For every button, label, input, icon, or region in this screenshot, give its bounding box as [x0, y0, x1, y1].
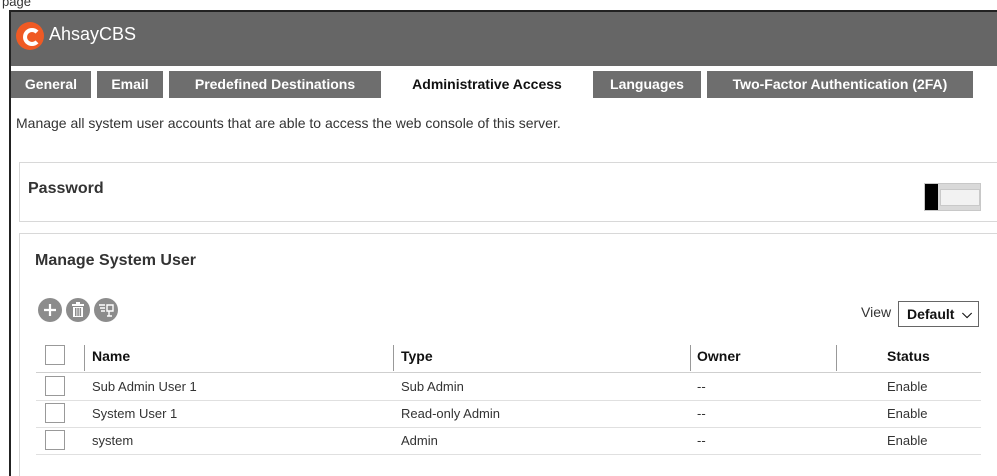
- view-select[interactable]: Default ⌵: [898, 301, 979, 327]
- tab-predefined-destinations[interactable]: Predefined Destinations: [169, 71, 381, 98]
- row-checkbox[interactable]: [45, 403, 65, 423]
- user-status: Enable: [887, 406, 928, 421]
- tab-general[interactable]: General: [11, 71, 91, 98]
- settings-tabs: General Email Predefined Destinations Ad…: [11, 71, 997, 98]
- user-type: Read-only Admin: [401, 406, 500, 421]
- user-name: System User 1: [92, 406, 178, 421]
- column-header-name[interactable]: Name: [92, 342, 130, 372]
- user-owner: --: [697, 433, 706, 448]
- column-header-type[interactable]: Type: [401, 342, 433, 372]
- toggle-track: [940, 189, 980, 206]
- top-caption: page: [2, 0, 31, 9]
- column-separator: [84, 345, 85, 371]
- select-all-checkbox[interactable]: [45, 345, 65, 365]
- user-type: Sub Admin: [401, 379, 464, 394]
- delete-icon[interactable]: [66, 298, 90, 322]
- row-checkbox[interactable]: [45, 376, 65, 396]
- add-icon[interactable]: [38, 298, 62, 322]
- ahsay-logo-icon: [16, 22, 44, 50]
- tab-administrative-access[interactable]: Administrative Access: [387, 71, 587, 98]
- password-toggle[interactable]: [924, 183, 981, 211]
- password-panel: Password: [19, 162, 997, 222]
- app-title: AhsayCBS: [49, 24, 137, 44]
- user-type: Admin: [401, 433, 438, 448]
- user-owner: --: [697, 379, 706, 394]
- password-title: Password: [28, 180, 104, 197]
- row-checkbox[interactable]: [45, 430, 65, 450]
- assign-icon[interactable]: [94, 298, 118, 322]
- user-name: system: [92, 433, 134, 448]
- top-strip: page: [0, 0, 997, 10]
- view-select-value: Default: [907, 306, 955, 322]
- column-header-status[interactable]: Status: [887, 342, 930, 372]
- intro-text: Manage all system user accounts that are…: [16, 115, 561, 131]
- app-window: AhsayCBS General Email Predefined Destin…: [9, 10, 997, 476]
- table-row[interactable]: System User 1 Read-only Admin -- Enable: [36, 400, 981, 428]
- manage-system-user-title: Manage System User: [35, 252, 196, 269]
- tab-email[interactable]: Email: [97, 71, 163, 98]
- chevron-down-icon: ⌵: [962, 306, 972, 321]
- app-header: AhsayCBS: [11, 12, 997, 66]
- column-header-owner[interactable]: Owner: [697, 342, 741, 372]
- view-label: View: [861, 304, 892, 320]
- column-separator: [836, 345, 837, 371]
- table-row[interactable]: Sub Admin User 1 Sub Admin -- Enable: [36, 373, 981, 401]
- tab-two-factor-authentication[interactable]: Two-Factor Authentication (2FA): [707, 71, 973, 98]
- toggle-knob: [925, 184, 938, 210]
- column-separator: [393, 345, 394, 371]
- user-name: Sub Admin User 1: [92, 379, 197, 394]
- user-status: Enable: [887, 379, 928, 394]
- tab-languages[interactable]: Languages: [593, 71, 701, 98]
- user-owner: --: [697, 406, 706, 421]
- column-separator: [690, 345, 691, 371]
- table-row[interactable]: system Admin -- Enable: [36, 427, 981, 455]
- user-status: Enable: [887, 433, 928, 448]
